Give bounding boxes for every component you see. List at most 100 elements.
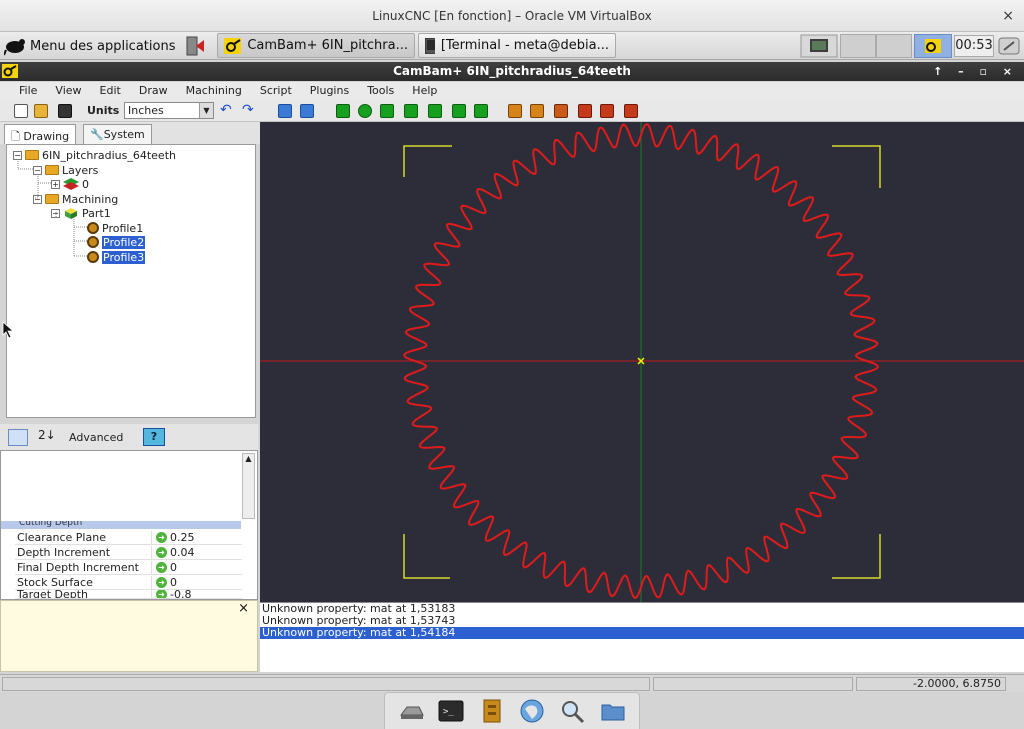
collapse-icon[interactable]: −: [13, 150, 22, 160]
close-icon[interactable]: ×: [238, 601, 249, 616]
toolbar: Units Inches ▼ ↶ ↷: [0, 100, 1024, 122]
generate-gcode-icon[interactable]: [624, 104, 638, 118]
property-row[interactable]: Stock Surface ➜ 0: [15, 575, 242, 590]
collapse-icon[interactable]: −: [33, 165, 42, 175]
tree-root[interactable]: − 6IN_pitchradius_64teeth: [13, 148, 176, 162]
menu-draw[interactable]: Draw: [130, 82, 177, 100]
profile-op-icon[interactable]: [508, 104, 522, 118]
menu-machining[interactable]: Machining: [177, 82, 251, 100]
log-line[interactable]: Unknown property: mat at 1,54184: [260, 627, 1024, 639]
draw-region-icon[interactable]: [452, 104, 466, 118]
grid-icon[interactable]: [300, 104, 314, 118]
folder-icon[interactable]: [599, 697, 627, 725]
status-info: [653, 677, 853, 691]
window-controls[interactable]: ↑ – ▫ ×: [933, 62, 1018, 81]
network-icon[interactable]: [996, 34, 1022, 58]
property-category[interactable]: Cutting Depth: [1, 521, 241, 529]
arrow-right-icon[interactable]: ➜: [156, 531, 167, 543]
drawing-canvas[interactable]: [260, 122, 1024, 602]
property-scrollbar[interactable]: ▲: [242, 453, 255, 519]
menu-view[interactable]: View: [46, 82, 90, 100]
tab-drawing[interactable]: 🗋 Drawing: [4, 124, 77, 144]
search-icon[interactable]: [558, 697, 586, 725]
menu-tools[interactable]: Tools: [358, 82, 403, 100]
tree-profile1[interactable]: Profile1: [87, 221, 143, 235]
drill-op-icon[interactable]: [554, 104, 568, 118]
workspace-1[interactable]: [800, 34, 838, 58]
tree-machining[interactable]: − Machining: [33, 192, 118, 206]
tree-layers-label: Layers: [62, 163, 99, 177]
applications-menu-button[interactable]: Menu des applications: [4, 34, 175, 58]
file-manager-icon[interactable]: [478, 697, 506, 725]
categorized-icon[interactable]: [8, 429, 28, 446]
workspace-3[interactable]: [876, 34, 912, 58]
workspace-2[interactable]: [840, 34, 876, 58]
redo-icon[interactable]: ↷: [242, 103, 256, 118]
open-folder-icon[interactable]: [34, 104, 48, 118]
show-desktop-icon[interactable]: [397, 697, 425, 725]
tree-profile2[interactable]: Profile2: [87, 235, 146, 249]
menu-plugins[interactable]: Plugins: [301, 82, 358, 100]
arrow-right-icon[interactable]: ➜: [156, 590, 167, 598]
task-terminal[interactable]: [Terminal - meta@debia...: [418, 33, 616, 58]
draw-rectangle-icon[interactable]: [404, 104, 418, 118]
sort-az-icon[interactable]: 2↓: [38, 428, 56, 442]
chevron-down-icon: ▼: [199, 103, 213, 118]
task-cambam[interactable]: CamBam+ 6IN_pitchra...: [217, 33, 415, 58]
vbox-title: LinuxCNC [En fonction] – Oracle VM Virtu…: [372, 9, 652, 23]
property-value[interactable]: 0.04: [170, 546, 195, 559]
undo-icon[interactable]: ↶: [220, 103, 234, 118]
tree-part1[interactable]: − Part1: [51, 206, 111, 220]
help-icon[interactable]: ?: [143, 428, 165, 446]
draw-surface-icon[interactable]: [474, 104, 488, 118]
menu-help[interactable]: Help: [403, 82, 446, 100]
lathe-op-icon[interactable]: [600, 104, 614, 118]
menu-script[interactable]: Script: [251, 82, 301, 100]
menu-file[interactable]: File: [10, 82, 46, 100]
tab-system[interactable]: 🔧System: [83, 124, 152, 144]
app-titlebar: CamBam+ 6IN_pitchradius_64teeth ↑ – ▫ ×: [0, 62, 1024, 81]
tree-layers[interactable]: − Layers: [33, 163, 98, 177]
wrench-icon: 🔧: [90, 128, 104, 141]
arrow-right-icon[interactable]: ➜: [156, 576, 167, 588]
tree-profile3[interactable]: Profile3: [87, 250, 146, 264]
property-value[interactable]: 0: [170, 561, 177, 574]
snap-grid-icon[interactable]: [278, 104, 292, 118]
property-row[interactable]: Depth Increment ➜ 0.04: [15, 545, 242, 560]
help-panel: ×: [0, 600, 258, 672]
clock[interactable]: 00:53: [954, 35, 994, 57]
draw-polyline-icon[interactable]: [336, 104, 350, 118]
property-value[interactable]: -0.8: [170, 590, 191, 598]
property-name: Final Depth Increment: [17, 560, 139, 574]
collapse-icon[interactable]: −: [33, 194, 42, 204]
workspace-4[interactable]: [914, 34, 952, 58]
draw-text-icon[interactable]: [428, 104, 442, 118]
menu-edit[interactable]: Edit: [91, 82, 130, 100]
app-title: CamBam+ 6IN_pitchradius_64teeth: [393, 64, 631, 78]
collapse-icon[interactable]: −: [51, 208, 60, 218]
web-browser-icon[interactable]: [518, 697, 546, 725]
property-row[interactable]: Target Depth ➜ -0.8: [15, 590, 242, 599]
property-value[interactable]: 0.25: [170, 531, 195, 544]
arrow-right-icon[interactable]: ➜: [156, 561, 167, 573]
terminal-icon[interactable]: >_: [437, 697, 465, 725]
scroll-up-icon[interactable]: ▲: [243, 454, 254, 463]
expand-icon[interactable]: +: [51, 179, 60, 189]
logout-icon[interactable]: [184, 35, 208, 57]
pocket-op-icon[interactable]: [530, 104, 544, 118]
tree-layer-0[interactable]: + 0: [51, 177, 89, 191]
xfce-mouse-icon: [4, 39, 25, 56]
save-icon[interactable]: [58, 104, 72, 118]
draw-circle-icon[interactable]: [358, 104, 372, 118]
new-file-icon[interactable]: [14, 104, 28, 118]
property-row[interactable]: Clearance Plane ➜ 0.25: [15, 530, 242, 545]
property-value[interactable]: 0: [170, 576, 177, 589]
draw-points-icon[interactable]: [380, 104, 394, 118]
arrow-right-icon[interactable]: ➜: [156, 546, 167, 558]
advanced-toggle[interactable]: Advanced: [69, 431, 123, 444]
vbox-close-button[interactable]: ×: [1002, 0, 1014, 32]
canvas-drawing[interactable]: [260, 122, 1024, 602]
units-select[interactable]: Inches ▼: [124, 102, 214, 119]
property-row[interactable]: Final Depth Increment ➜ 0: [15, 560, 242, 575]
engrave-op-icon[interactable]: [578, 104, 592, 118]
